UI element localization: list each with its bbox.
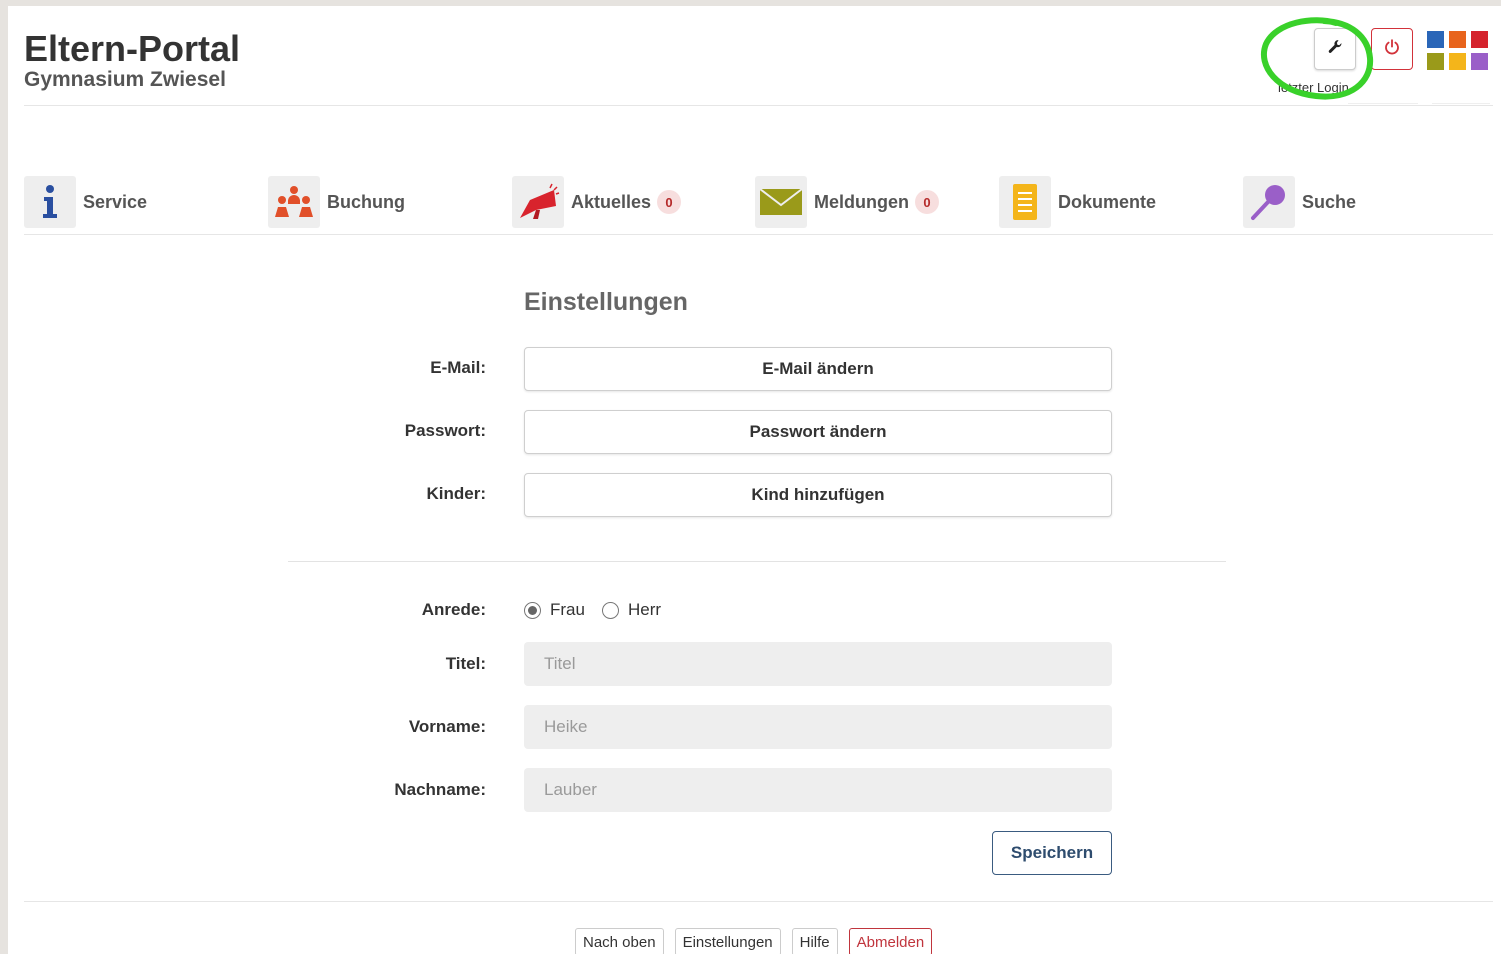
change-email-button[interactable]: E-Mail ändern: [524, 347, 1112, 391]
email-label: E-Mail:: [430, 358, 486, 377]
form-divider: [288, 561, 1226, 562]
page-title: Einstellungen: [524, 288, 688, 316]
portal-title: Eltern-Portal: [24, 28, 241, 69]
firstname-input[interactable]: [524, 705, 1112, 749]
firstname-label: Vorname:: [408, 717, 486, 736]
app-tile: [1449, 53, 1466, 70]
radio-frau[interactable]: [524, 601, 541, 619]
nav-item-suche[interactable]: Suche: [1243, 176, 1356, 228]
app-grid-icon[interactable]: [1427, 31, 1489, 71]
document-icon: [999, 176, 1051, 228]
annotation-circle: [1261, 17, 1374, 100]
app-tile: [1427, 53, 1444, 70]
power-icon: [1383, 38, 1401, 61]
footer-settings-button[interactable]: Einstellungen: [674, 928, 781, 954]
lastname-label: Nachname:: [394, 780, 486, 799]
envelope-icon: [755, 176, 807, 228]
radio-label-frau: Frau: [550, 600, 585, 619]
app-tile: [1471, 31, 1488, 48]
footer-links: Nach oben Einstellungen Hilfe Abmelden: [575, 928, 933, 954]
back-to-top-button[interactable]: Nach oben: [575, 928, 664, 954]
help-button[interactable]: Hilfe: [791, 928, 838, 954]
change-password-button[interactable]: Passwort ändern: [524, 410, 1112, 454]
radio-selected-dot: [528, 605, 537, 615]
meldungen-count-badge: 0: [915, 190, 939, 214]
radio-label-herr: Herr: [627, 600, 662, 619]
school-name: Gymnasium Zwiesel: [24, 68, 226, 91]
footer-divider: [24, 901, 1493, 902]
save-button[interactable]: Speichern: [992, 831, 1112, 875]
title-input[interactable]: [524, 642, 1112, 686]
divider: [1432, 103, 1490, 104]
page: Eltern-Portal Gymnasium Zwiesel letzter …: [8, 6, 1501, 954]
nav-item-service[interactable]: Service: [24, 176, 147, 228]
salutation-radio-group: Frau Herr: [524, 598, 678, 622]
nav-label: Service: [83, 191, 148, 212]
password-label: Passwort:: [404, 421, 486, 440]
title-label: Titel:: [445, 654, 486, 673]
nav-label: Suche: [1302, 191, 1357, 212]
logout-button[interactable]: Abmelden: [848, 928, 933, 954]
megaphone-icon: [512, 176, 564, 228]
nav-divider: [24, 234, 1493, 235]
nav-label: Aktuelles: [571, 191, 652, 212]
nav-item-dokumente[interactable]: Dokumente: [999, 176, 1156, 228]
app-tile: [1471, 53, 1488, 70]
main-nav: Service Buchung Aktuelles 0 Meldungen 0 …: [24, 176, 1494, 228]
divider: [1348, 103, 1418, 104]
nav-item-aktuelles[interactable]: Aktuelles 0: [512, 176, 682, 228]
magnifier-icon: [1243, 176, 1295, 228]
header-divider: [24, 105, 1493, 106]
nav-label: Buchung: [327, 191, 405, 212]
nav-item-buchung[interactable]: Buchung: [268, 176, 405, 228]
app-tile: [1449, 31, 1466, 48]
nav-label: Meldungen: [814, 191, 909, 212]
salutation-label: Anrede:: [421, 600, 486, 619]
add-child-button[interactable]: Kind hinzufügen: [524, 473, 1112, 517]
nav-label: Dokumente: [1058, 191, 1157, 212]
aktuelles-count-badge: 0: [657, 190, 682, 214]
children-label: Kinder:: [426, 484, 487, 503]
lastname-input[interactable]: [524, 768, 1112, 812]
app-tile: [1427, 31, 1444, 48]
people-icon: [268, 176, 320, 228]
radio-herr[interactable]: [601, 601, 619, 619]
nav-item-meldungen[interactable]: Meldungen 0: [755, 176, 939, 228]
info-icon: [24, 176, 76, 228]
